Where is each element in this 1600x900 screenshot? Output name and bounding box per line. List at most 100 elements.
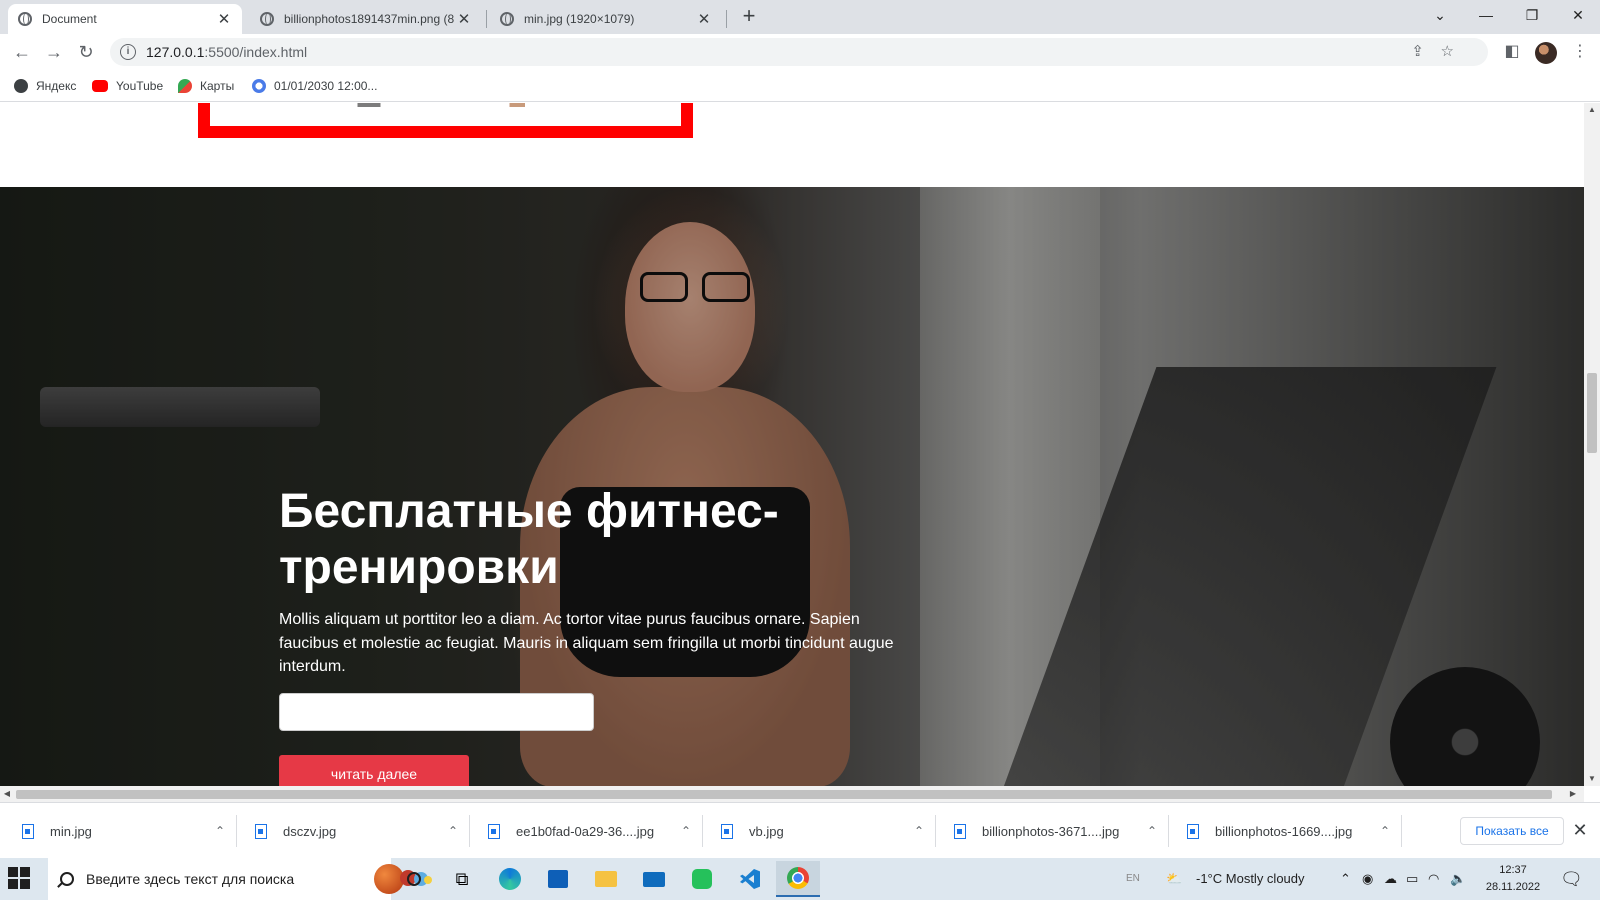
windows-taskbar: Введите здесь текст для поиска ⧉ EN ⛅ -1… bbox=[0, 858, 1600, 900]
close-tab-icon[interactable]: ✕ bbox=[696, 10, 712, 28]
clock-date: 28.11.2022 bbox=[1485, 881, 1541, 893]
bookmark-yandex[interactable]: Яндекс bbox=[14, 76, 76, 96]
side-panel-icon[interactable]: ◧ bbox=[1500, 40, 1524, 64]
mail-icon[interactable] bbox=[632, 861, 676, 897]
download-item[interactable]: ee1b0fad-0a29-36....jpg ⌃ bbox=[466, 803, 699, 859]
chevron-up-icon[interactable]: ⌃ bbox=[676, 824, 696, 838]
hero-input[interactable] bbox=[279, 693, 594, 731]
close-window-button[interactable]: ✕ bbox=[1556, 0, 1600, 32]
image-frame bbox=[198, 103, 693, 138]
file-icon bbox=[255, 823, 267, 839]
chevron-up-icon[interactable]: ⌃ bbox=[210, 824, 230, 838]
minimize-button[interactable]: — bbox=[1464, 0, 1508, 32]
notifications-icon[interactable]: 🗨 bbox=[1560, 858, 1583, 900]
download-name: vb.jpg bbox=[749, 823, 784, 839]
menu-icon[interactable]: ⋮ bbox=[1568, 40, 1592, 64]
weather-icon[interactable]: ⛅ bbox=[1166, 858, 1182, 900]
tab-billionphotos[interactable]: billionphotos1891437min.png (8 ✕ bbox=[250, 4, 482, 34]
battery-icon[interactable]: ▭ bbox=[1406, 858, 1418, 900]
meet-icon[interactable]: ◉ bbox=[1362, 858, 1373, 900]
download-item[interactable]: vb.jpg ⌃ bbox=[699, 803, 932, 859]
bookmark-maps[interactable]: Карты bbox=[178, 76, 234, 96]
volume-icon[interactable]: 🔈 bbox=[1450, 858, 1466, 900]
clock-time: 12:37 bbox=[1499, 864, 1527, 876]
store-icon[interactable] bbox=[536, 861, 580, 897]
show-all-downloads-button[interactable]: Показать все bbox=[1460, 817, 1564, 845]
tab-search-icon[interactable]: ⌄ bbox=[1418, 0, 1462, 32]
task-view-icon[interactable]: ⧉ bbox=[440, 861, 484, 897]
page-viewport: Бесплатные фитнес-тренировки Mollis aliq… bbox=[0, 103, 1584, 786]
chevron-up-icon[interactable]: ⌃ bbox=[443, 824, 463, 838]
scroll-up-icon[interactable]: ▲ bbox=[1584, 103, 1600, 117]
file-explorer-icon[interactable] bbox=[584, 861, 628, 897]
file-icon bbox=[488, 823, 500, 839]
vertical-scrollbar[interactable]: ▲ ▼ bbox=[1584, 103, 1600, 786]
download-item[interactable]: billionphotos-3671....jpg ⌃ bbox=[932, 803, 1165, 859]
download-item[interactable]: min.jpg ⌃ bbox=[0, 803, 233, 859]
download-shelf: min.jpg ⌃ dsczv.jpg ⌃ ee1b0fad-0a29-36..… bbox=[0, 802, 1600, 858]
download-name: ee1b0fad-0a29-36....jpg bbox=[516, 823, 655, 839]
chevron-up-icon[interactable]: ⌃ bbox=[909, 824, 929, 838]
download-item[interactable]: billionphotos-1669....jpg ⌃ bbox=[1165, 803, 1398, 859]
close-tab-icon[interactable]: ✕ bbox=[216, 10, 232, 28]
browser-toolbar: ← → ↻ i 127.0.0.1:5500/index.html ⇪ ☆ ◧ … bbox=[0, 34, 1600, 70]
chevron-up-icon[interactable]: ⌃ bbox=[1375, 824, 1395, 838]
windows-start-icon[interactable] bbox=[8, 867, 32, 891]
tab-title: Document bbox=[42, 12, 97, 26]
horizontal-scrollbar[interactable]: ◀ ▶ bbox=[0, 786, 1584, 802]
bookmark-label: YouTube bbox=[116, 79, 164, 93]
hero-description: Mollis aliquam ut porttitor leo a diam. … bbox=[279, 611, 894, 675]
bookmarks-bar: Яндекс YouTube Карты 01/01/2030 12:00... bbox=[0, 70, 1600, 102]
scroll-down-icon[interactable]: ▼ bbox=[1584, 772, 1600, 786]
globe-icon bbox=[500, 12, 514, 26]
cortana-icon[interactable] bbox=[392, 861, 436, 897]
close-shelf-icon[interactable]: ✕ bbox=[1568, 817, 1592, 845]
download-item[interactable]: dsczv.jpg ⌃ bbox=[233, 803, 466, 859]
back-icon[interactable]: ← bbox=[10, 40, 34, 64]
scroll-right-icon[interactable]: ▶ bbox=[1566, 786, 1580, 802]
bookmark-youtube[interactable]: YouTube bbox=[92, 76, 163, 96]
tab-strip: Document ✕ billionphotos1891437min.png (… bbox=[0, 0, 1600, 34]
tab-document[interactable]: Document ✕ bbox=[8, 4, 242, 34]
restore-button[interactable]: ❐ bbox=[1510, 0, 1554, 32]
globe-icon bbox=[260, 12, 274, 26]
bookmark-date[interactable]: 01/01/2030 12:00... bbox=[252, 76, 377, 96]
wifi-icon[interactable]: ◠ bbox=[1428, 858, 1439, 900]
close-tab-icon[interactable]: ✕ bbox=[456, 10, 472, 28]
chevron-up-icon[interactable]: ⌃ bbox=[1142, 824, 1162, 838]
file-icon bbox=[721, 823, 733, 839]
hero-title: Бесплатные фитнес-тренировки bbox=[279, 485, 779, 594]
whatsapp-desktop-icon[interactable] bbox=[680, 861, 724, 897]
chrome-icon[interactable] bbox=[776, 861, 820, 897]
bookmark-star-icon[interactable]: ☆ bbox=[1441, 38, 1454, 66]
new-tab-button[interactable]: + bbox=[736, 4, 762, 30]
youtube-icon bbox=[92, 80, 108, 92]
yandex-icon bbox=[14, 79, 28, 93]
download-name: billionphotos-3671....jpg bbox=[982, 823, 1120, 839]
forward-icon[interactable]: → bbox=[42, 40, 66, 64]
scroll-left-icon[interactable]: ◀ bbox=[0, 786, 14, 802]
scroll-thumb[interactable] bbox=[16, 790, 1552, 799]
vscode-icon[interactable] bbox=[728, 861, 772, 897]
search-icon bbox=[60, 872, 74, 886]
language-indicator[interactable]: EN bbox=[1126, 858, 1140, 900]
hero-section: Бесплатные фитнес-тренировки Mollis aliq… bbox=[0, 187, 1584, 786]
address-bar[interactable]: i 127.0.0.1:5500/index.html ⇪ ☆ bbox=[110, 38, 1488, 66]
weather-text[interactable]: -1°C Mostly cloudy bbox=[1196, 858, 1305, 900]
info-icon[interactable]: i bbox=[120, 44, 136, 60]
url-host: 127.0.0.1 bbox=[146, 44, 205, 60]
file-icon bbox=[954, 823, 966, 839]
chevron-up-icon[interactable]: ⌃ bbox=[1340, 858, 1351, 900]
avatar[interactable] bbox=[1535, 42, 1557, 64]
edge-icon[interactable] bbox=[488, 861, 532, 897]
reload-icon[interactable]: ↻ bbox=[74, 40, 98, 64]
photo-fragment bbox=[350, 103, 540, 107]
read-more-button[interactable]: читать далее bbox=[279, 755, 469, 786]
onedrive-icon[interactable]: ☁ bbox=[1384, 858, 1397, 900]
tab-title: billionphotos1891437min.png (8 bbox=[284, 12, 455, 26]
tab-min-jpg[interactable]: min.jpg (1920×1079) ✕ bbox=[490, 4, 722, 34]
taskbar-search-input[interactable]: Введите здесь текст для поиска bbox=[48, 858, 432, 900]
system-clock[interactable]: 12:37 28.11.2022 bbox=[1478, 862, 1548, 896]
share-icon[interactable]: ⇪ bbox=[1411, 38, 1424, 66]
scroll-thumb[interactable] bbox=[1587, 373, 1597, 453]
